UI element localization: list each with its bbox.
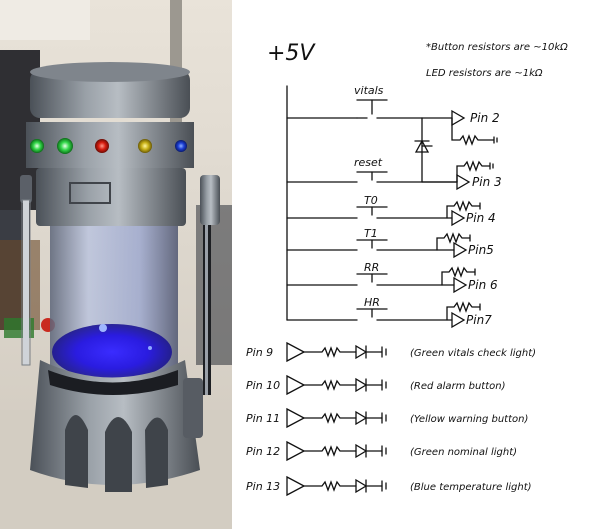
pin6-arrow bbox=[453, 276, 468, 294]
button-switch-t1 bbox=[356, 239, 438, 251]
button-switch-hr bbox=[356, 308, 453, 321]
resistor-note-button: *Button resistors are ~10kΩ bbox=[426, 42, 568, 53]
figure-root: +5V *Button resistors are ~10kΩ LED resi… bbox=[0, 0, 616, 529]
led-desc-12: (Green nominal light) bbox=[410, 447, 517, 458]
led-pin-label-13: Pin 13 bbox=[246, 480, 280, 493]
led-desc-10: (Red alarm button) bbox=[410, 381, 505, 392]
button-switch-vitals bbox=[356, 99, 423, 119]
pin-label-4: Pin 4 bbox=[466, 211, 496, 225]
led-pin-label-11: Pin 11 bbox=[246, 412, 280, 425]
switch-label-vitals: vitals bbox=[354, 84, 384, 97]
switch-label-hr: HR bbox=[364, 296, 380, 309]
led-circuit-pin9 bbox=[286, 341, 387, 363]
pin-label-6: Pin 6 bbox=[468, 278, 498, 292]
pin7-arrow bbox=[451, 311, 466, 329]
switch-label-reset: reset bbox=[354, 156, 383, 169]
pin-label-7: Pin7 bbox=[466, 313, 492, 327]
led-circuit-pin12 bbox=[286, 440, 387, 462]
device-photo bbox=[0, 0, 232, 529]
led-pin-label-9: Pin 9 bbox=[246, 346, 273, 359]
button-switch-rr bbox=[356, 273, 443, 286]
led-pin-label-10: Pin 10 bbox=[246, 379, 280, 392]
schematic-diagram: +5V *Button resistors are ~10kΩ LED resi… bbox=[232, 0, 616, 529]
pin-label-5: Pin5 bbox=[468, 243, 494, 257]
led-desc-13: (Blue temperature light) bbox=[410, 482, 532, 493]
switch-label-t1: T1 bbox=[364, 227, 378, 240]
pin-label-3: Pin 3 bbox=[472, 175, 502, 189]
switch-label-t0: T0 bbox=[364, 194, 378, 207]
pin3-arrow bbox=[456, 173, 471, 191]
pin2-arrow bbox=[451, 109, 466, 127]
led-desc-11: (Yellow warning button) bbox=[410, 414, 528, 425]
pin4-arrow bbox=[451, 209, 466, 227]
led-desc-9: (Green vitals check light) bbox=[410, 348, 536, 359]
button-switch-t0 bbox=[356, 206, 453, 219]
pin5-arrow bbox=[453, 241, 468, 259]
supply-voltage-label: +5V bbox=[267, 41, 316, 66]
led-circuit-pin11 bbox=[286, 407, 387, 429]
led-circuit-pin13 bbox=[286, 475, 387, 497]
led-pin-label-12: Pin 12 bbox=[246, 445, 280, 458]
switch-label-rr: RR bbox=[364, 261, 379, 274]
led-circuit-pin10 bbox=[286, 374, 387, 396]
resistor-note-led: LED resistors are ~1kΩ bbox=[426, 68, 543, 79]
pin-label-2: Pin 2 bbox=[470, 111, 500, 125]
button-switch-reset bbox=[356, 171, 458, 183]
